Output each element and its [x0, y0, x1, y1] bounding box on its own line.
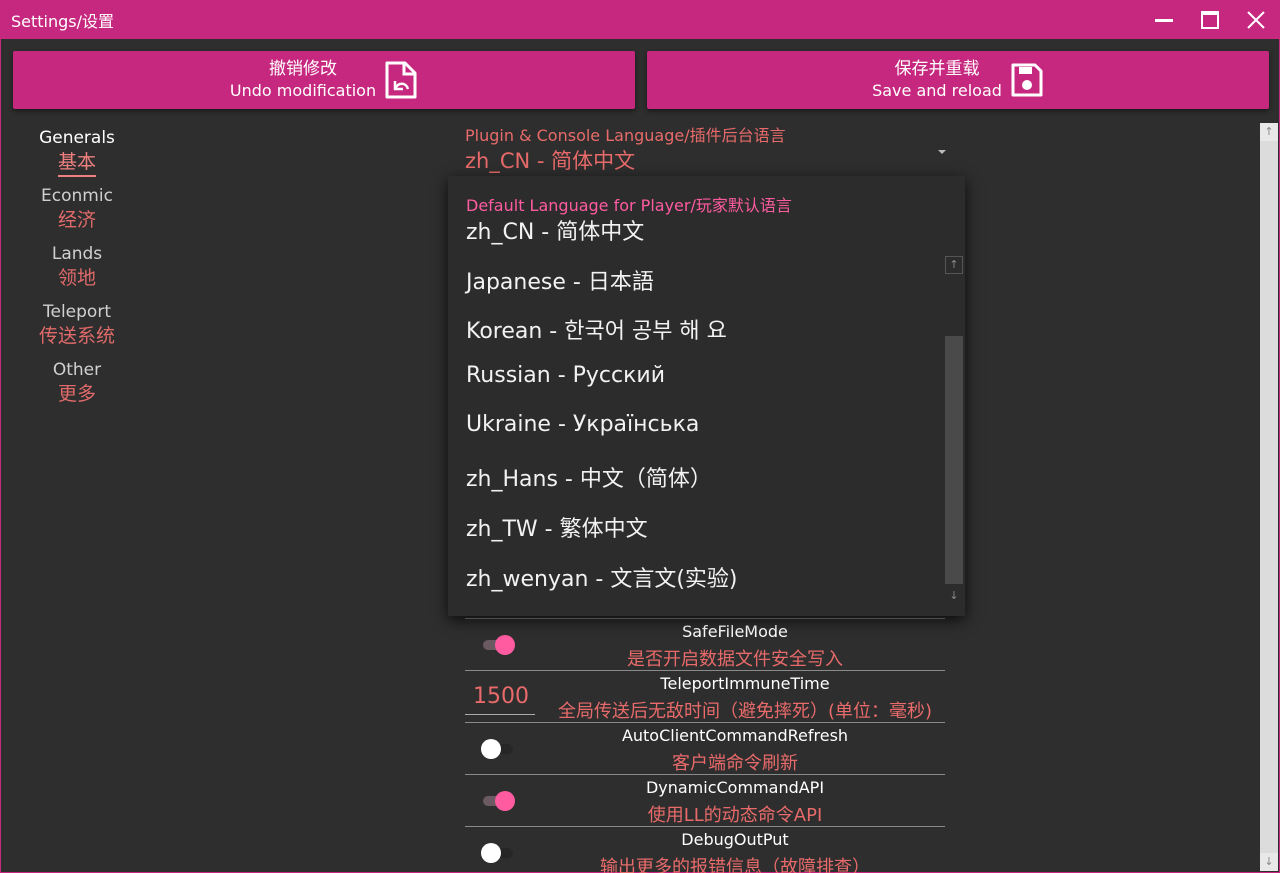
sidebar-item-lands[interactable]: Lands 领地	[1, 243, 153, 301]
sidebar-item-generals[interactable]: Generals 基本	[1, 127, 153, 185]
dropdown-option[interactable]: zh_CN - 简体中文	[466, 214, 644, 246]
plugin-language-value: zh_CN - 简体中文	[465, 149, 636, 173]
setting-name: AutoClientCommandRefresh	[621, 726, 849, 745]
dropdown-scrollbar[interactable]: ↑ ↓	[945, 256, 963, 606]
setting-debugoutput: DebugOutPut 输出更多的报错信息（故障排查）	[465, 826, 945, 873]
plugin-language-combobox[interactable]: Plugin & Console Language/插件后台语言 zh_CN -…	[465, 125, 945, 175]
close-icon	[1247, 11, 1265, 29]
default-language-label: Default Language for Player/玩家默认语言	[466, 196, 792, 215]
setting-desc: 是否开启数据文件安全写入	[627, 649, 843, 670]
undo-label-zh: 撤销修改	[269, 59, 337, 79]
dropdown-option[interactable]: zh_wenyan - 文言文(实验)	[466, 561, 738, 593]
setting-name: DynamicCommandAPI	[645, 778, 825, 797]
sidebar-item-label: Lands	[51, 244, 103, 264]
maximize-icon	[1201, 11, 1219, 29]
sidebar-item-label-zh: 经济	[57, 209, 96, 231]
maximize-button[interactable]	[1187, 1, 1233, 39]
scroll-up-icon[interactable]: ↑	[1260, 123, 1278, 141]
save-label-en: Save and reload	[872, 81, 1002, 100]
window-controls	[1141, 1, 1279, 39]
debugoutput-toggle[interactable]	[481, 843, 515, 863]
setting-desc: 全局传送后无敌时间（避免摔死）(单位：毫秒)	[557, 701, 933, 722]
title-bar[interactable]: Settings/设置	[1, 1, 1279, 39]
undo-modification-button[interactable]: 撤销修改 Undo modification	[13, 51, 635, 109]
setting-safefilemode: SafeFileMode 是否开启数据文件安全写入	[465, 618, 945, 670]
scroll-down-icon[interactable]: ↓	[945, 588, 963, 606]
dynamiccommandapi-toggle[interactable]	[481, 791, 515, 811]
setting-desc: 使用LL的动态命令API	[647, 805, 823, 826]
dropdown-option[interactable]: Russian - Русский	[466, 363, 665, 388]
setting-desc: 客户端命令刷新	[672, 753, 798, 774]
sidebar-item-label: Generals	[39, 128, 115, 148]
dropdown-option[interactable]: zh_TW - 繁体中文	[466, 511, 648, 543]
file-undo-icon	[385, 61, 417, 99]
setting-name: DebugOutPut	[681, 830, 789, 849]
plugin-language-label: Plugin & Console Language/插件后台语言	[465, 126, 786, 145]
setting-desc: 输出更多的报错信息（故障排查）	[600, 857, 870, 873]
scrollbar-track[interactable]	[1260, 141, 1278, 853]
toggle-knob	[481, 843, 501, 863]
scroll-down-icon[interactable]: ↓	[1260, 853, 1278, 871]
dropdown-option[interactable]: Korean - 한국어 공부 해 요	[466, 313, 727, 345]
dropdown-option[interactable]: Japanese - 日本語	[466, 264, 654, 296]
sidebar-item-label-zh: 传送系统	[38, 325, 115, 347]
scroll-up-icon[interactable]: ↑	[945, 256, 963, 274]
dropdown-option[interactable]: zh_Hans - 中文（简体）	[466, 461, 712, 493]
window-title: Settings/设置	[11, 12, 115, 31]
sidebar-item-label-zh: 更多	[57, 383, 96, 405]
save-label: 保存并重载 Save and reload	[872, 59, 1002, 101]
save-label-zh: 保存并重载	[894, 59, 980, 79]
main-scrollbar[interactable]: ↑ ↓	[1260, 123, 1278, 871]
undo-label-en: Undo modification	[229, 81, 377, 100]
settings-window: Settings/设置 撤销修改 Undo modification 保存并重载…	[0, 0, 1280, 873]
sidebar-item-teleport[interactable]: Teleport 传送系统	[1, 301, 153, 359]
teleport-immune-time-input[interactable]: 1500	[465, 677, 535, 715]
sidebar-item-other[interactable]: Other 更多	[1, 359, 153, 417]
dropdown-option[interactable]: Ukraine - Українська	[466, 412, 699, 437]
setting-teleportimmunetime: 1500 TeleportImmuneTime 全局传送后无敌时间（避免摔死）(…	[465, 670, 945, 722]
save-icon	[1011, 63, 1043, 97]
autoclientcommandrefresh-toggle[interactable]	[481, 739, 515, 759]
toggle-knob	[495, 635, 515, 655]
save-and-reload-button[interactable]: 保存并重载 Save and reload	[647, 51, 1269, 109]
sidebar-item-econmic[interactable]: Econmic 经济	[1, 185, 153, 243]
sidebar-item-label: Econmic	[41, 186, 113, 206]
sidebar-nav: Generals 基本 Econmic 经济 Lands 领地 Teleport…	[1, 127, 153, 417]
chevron-down-icon[interactable]	[937, 149, 947, 155]
scrollbar-thumb[interactable]	[945, 336, 963, 584]
sidebar-item-label: Teleport	[43, 302, 111, 322]
minimize-icon	[1155, 19, 1173, 22]
safefilemode-toggle[interactable]	[481, 635, 515, 655]
setting-name: SafeFileMode	[682, 622, 788, 641]
default-language-dropdown[interactable]: Default Language for Player/玩家默认语言 zh_CN…	[448, 176, 965, 616]
sidebar-item-label: Other	[52, 360, 102, 380]
undo-label: 撤销修改 Undo modification	[230, 59, 376, 101]
toggle-knob	[481, 739, 501, 759]
sidebar-item-label-zh: 领地	[57, 267, 96, 289]
setting-dynamiccommandapi: DynamicCommandAPI 使用LL的动态命令API	[465, 774, 945, 826]
minimize-button[interactable]	[1141, 1, 1187, 39]
sidebar-item-label-zh: 基本	[57, 149, 96, 177]
setting-autoclientcommandrefresh: AutoClientCommandRefresh 客户端命令刷新	[465, 722, 945, 774]
toolbar: 撤销修改 Undo modification 保存并重载 Save and re…	[13, 51, 1269, 109]
close-button[interactable]	[1233, 1, 1279, 39]
toggle-knob	[495, 791, 515, 811]
setting-name: TeleportImmuneTime	[660, 674, 830, 693]
